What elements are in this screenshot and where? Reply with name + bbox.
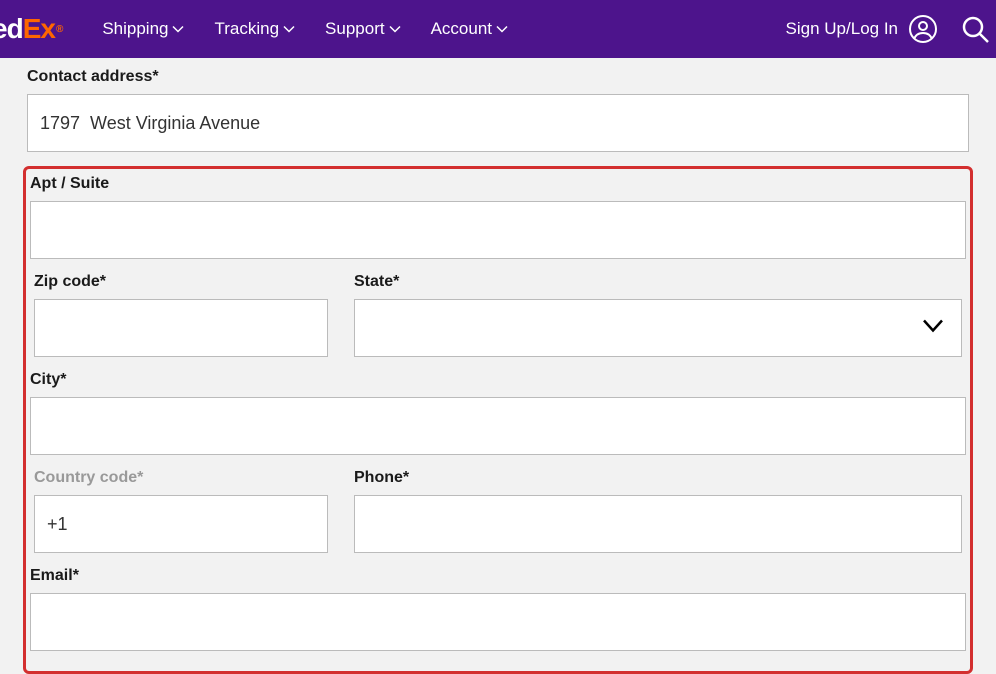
nav-shipping[interactable]: Shipping [102, 19, 184, 39]
user-icon[interactable] [908, 14, 938, 44]
state-select-wrapper [354, 299, 962, 357]
apt-suite-label: Apt / Suite [30, 175, 966, 193]
email-input[interactable] [30, 593, 966, 651]
email-label: Email* [30, 567, 966, 585]
contact-address-label: Contact address* [27, 68, 969, 86]
phone-input[interactable] [354, 495, 962, 553]
state-group: State* [350, 273, 966, 357]
apt-suite-group: Apt / Suite [26, 175, 970, 259]
logo-dot: ® [56, 24, 62, 35]
nav-shipping-label: Shipping [102, 19, 168, 39]
chevron-down-icon [172, 23, 184, 35]
contact-address-group: Contact address* [27, 68, 969, 152]
logo-fed-text: ed [0, 13, 23, 45]
zip-group: Zip code* [30, 273, 332, 357]
email-group: Email* [26, 567, 970, 651]
apt-suite-input[interactable] [30, 201, 966, 259]
phone-row: Country code* Phone* [26, 469, 970, 567]
nav-tracking[interactable]: Tracking [214, 19, 295, 39]
country-code-label: Country code* [34, 469, 328, 487]
form-container: Contact address* Apt / Suite Zip code* S… [0, 58, 996, 674]
nav-account-label: Account [431, 19, 492, 39]
fedex-logo[interactable]: edEx® [0, 13, 62, 45]
zip-state-row: Zip code* State* [26, 273, 970, 371]
chevron-down-icon [496, 23, 508, 35]
main-nav: Shipping Tracking Support Account [102, 19, 508, 39]
logo-ex-text: Ex [23, 13, 55, 45]
nav-support-label: Support [325, 19, 385, 39]
top-nav-header: edEx® Shipping Tracking Support Account [0, 0, 996, 58]
city-input[interactable] [30, 397, 966, 455]
chevron-down-icon [283, 23, 295, 35]
country-code-input[interactable] [34, 495, 328, 553]
contact-address-input[interactable] [27, 94, 969, 152]
phone-group: Phone* [350, 469, 966, 553]
header-right: Sign Up/Log In [786, 14, 996, 44]
state-label: State* [354, 273, 962, 291]
country-code-group: Country code* [30, 469, 332, 553]
city-label: City* [30, 371, 966, 389]
phone-label: Phone* [354, 469, 962, 487]
nav-tracking-label: Tracking [214, 19, 279, 39]
zip-input[interactable] [34, 299, 328, 357]
city-group: City* [26, 371, 970, 455]
highlighted-section: Apt / Suite Zip code* State* City* [23, 166, 973, 674]
signup-login-link[interactable]: Sign Up/Log In [786, 19, 898, 39]
nav-account[interactable]: Account [431, 19, 508, 39]
state-select[interactable] [354, 299, 962, 357]
chevron-down-icon [389, 23, 401, 35]
nav-support[interactable]: Support [325, 19, 401, 39]
zip-label: Zip code* [34, 273, 328, 291]
search-icon[interactable] [960, 14, 990, 44]
